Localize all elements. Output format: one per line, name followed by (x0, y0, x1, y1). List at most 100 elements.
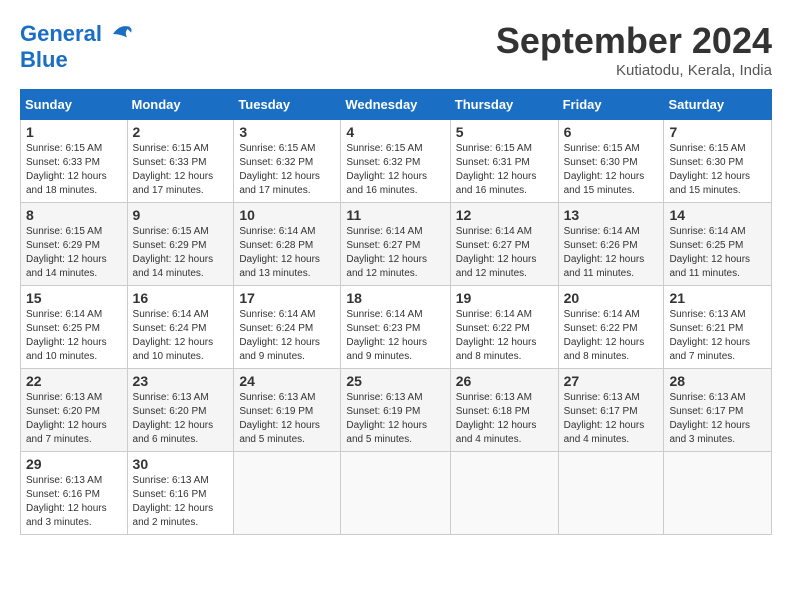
day-number: 5 (456, 124, 553, 140)
calendar-day-cell: 28 Sunrise: 6:13 AMSunset: 6:17 PMDayligh… (664, 369, 772, 452)
calendar-day-cell: 25 Sunrise: 6:13 AMSunset: 6:19 PMDayligh… (341, 369, 450, 452)
title-block: September 2024 Kutiatodu, Kerala, India (496, 20, 772, 79)
weekday-header-sunday: Sunday (21, 90, 128, 120)
calendar-day-cell: 7Sunrise: 6:15 AMSunset: 6:30 PMDaylight… (664, 120, 772, 203)
day-info: Sunrise: 6:14 AMSunset: 6:22 PMDaylight:… (564, 308, 659, 364)
day-info: Sunrise: 6:14 AMSunset: 6:23 PMDaylight:… (346, 308, 444, 364)
day-number: 27 (564, 373, 659, 389)
calendar-day-cell: 1 Sunrise: 6:15 AMSunset: 6:33 PMDaylight… (21, 120, 128, 203)
day-number: 20 (564, 290, 659, 306)
calendar-day-cell: 4 Sunrise: 6:15 AMSunset: 6:32 PMDaylight… (341, 120, 450, 203)
calendar-day-cell: 6 Sunrise: 6:15 AMSunset: 6:30 PMDaylight… (558, 120, 664, 203)
calendar-day-cell: 24 Sunrise: 6:13 AMSunset: 6:19 PMDayligh… (234, 369, 341, 452)
day-number: 30 (133, 456, 229, 472)
day-number: 28 (669, 373, 766, 389)
day-info: Sunrise: 6:15 AMSunset: 6:30 PMDaylight:… (669, 142, 766, 198)
calendar-day-cell: 11 Sunrise: 6:14 AMSunset: 6:27 PMDayligh… (341, 203, 450, 286)
calendar-day-cell: 5 Sunrise: 6:15 AMSunset: 6:31 PMDaylight… (450, 120, 558, 203)
day-info: Sunrise: 6:14 AMSunset: 6:28 PMDaylight:… (239, 225, 335, 281)
calendar-day-cell: 3 Sunrise: 6:15 AMSunset: 6:32 PMDaylight… (234, 120, 341, 203)
day-number: 1 (26, 124, 122, 140)
day-number: 23 (133, 373, 229, 389)
calendar-week-row: 8 Sunrise: 6:15 AMSunset: 6:29 PMDaylight… (21, 203, 772, 286)
day-info: Sunrise: 6:13 AMSunset: 6:21 PMDaylight:… (669, 308, 766, 364)
day-number: 24 (239, 373, 335, 389)
day-info: Sunrise: 6:13 AMSunset: 6:16 PMDaylight:… (133, 474, 229, 530)
weekday-header-monday: Monday (127, 90, 234, 120)
logo-blue: Blue (20, 48, 134, 72)
calendar-day-cell (341, 452, 450, 535)
logo-bird-icon (106, 20, 134, 48)
day-number: 22 (26, 373, 122, 389)
day-info: Sunrise: 6:13 AMSunset: 6:20 PMDaylight:… (133, 391, 229, 447)
day-info: Sunrise: 6:14 AMSunset: 6:25 PMDaylight:… (26, 308, 122, 364)
calendar-day-cell (450, 452, 558, 535)
day-number: 9 (133, 207, 229, 223)
day-info: Sunrise: 6:13 AMSunset: 6:17 PMDaylight:… (564, 391, 659, 447)
day-number: 17 (239, 290, 335, 306)
calendar-week-row: 15 Sunrise: 6:14 AMSunset: 6:25 PMDayligh… (21, 286, 772, 369)
day-info: Sunrise: 6:15 AMSunset: 6:33 PMDaylight:… (26, 142, 122, 198)
day-info: Sunrise: 6:13 AMSunset: 6:19 PMDaylight:… (239, 391, 335, 447)
day-number: 2 (133, 124, 229, 140)
day-info: Sunrise: 6:13 AMSunset: 6:16 PMDaylight:… (26, 474, 122, 530)
day-info: Sunrise: 6:13 AMSunset: 6:17 PMDaylight:… (669, 391, 766, 447)
day-number: 29 (26, 456, 122, 472)
calendar-day-cell: 20 Sunrise: 6:14 AMSunset: 6:22 PMDayligh… (558, 286, 664, 369)
day-number: 8 (26, 207, 122, 223)
day-info: Sunrise: 6:15 AMSunset: 6:33 PMDaylight:… (133, 142, 229, 198)
calendar-day-cell (234, 452, 341, 535)
day-number: 10 (239, 207, 335, 223)
calendar-day-cell: 2 Sunrise: 6:15 AMSunset: 6:33 PMDaylight… (127, 120, 234, 203)
calendar-day-cell: 16 Sunrise: 6:14 AMSunset: 6:24 PMDayligh… (127, 286, 234, 369)
weekday-header-wednesday: Wednesday (341, 90, 450, 120)
day-info: Sunrise: 6:14 AMSunset: 6:22 PMDaylight:… (456, 308, 553, 364)
day-info: Sunrise: 6:15 AMSunset: 6:32 PMDaylight:… (346, 142, 444, 198)
weekday-header-tuesday: Tuesday (234, 90, 341, 120)
day-number: 15 (26, 290, 122, 306)
calendar-day-cell (558, 452, 664, 535)
day-number: 16 (133, 290, 229, 306)
calendar-day-cell: 17 Sunrise: 6:14 AMSunset: 6:24 PMDayligh… (234, 286, 341, 369)
day-number: 11 (346, 207, 444, 223)
location: Kutiatodu, Kerala, India (496, 62, 772, 79)
day-number: 14 (669, 207, 766, 223)
calendar-day-cell: 18 Sunrise: 6:14 AMSunset: 6:23 PMDayligh… (341, 286, 450, 369)
day-number: 25 (346, 373, 444, 389)
calendar-table: SundayMondayTuesdayWednesdayThursdayFrid… (20, 89, 772, 535)
day-info: Sunrise: 6:13 AMSunset: 6:18 PMDaylight:… (456, 391, 553, 447)
weekday-header-thursday: Thursday (450, 90, 558, 120)
day-number: 3 (239, 124, 335, 140)
calendar-day-cell: 26 Sunrise: 6:13 AMSunset: 6:18 PMDayligh… (450, 369, 558, 452)
day-number: 4 (346, 124, 444, 140)
calendar-day-cell: 9 Sunrise: 6:15 AMSunset: 6:29 PMDaylight… (127, 203, 234, 286)
day-info: Sunrise: 6:15 AMSunset: 6:29 PMDaylight:… (133, 225, 229, 281)
calendar-day-cell: 13 Sunrise: 6:14 AMSunset: 6:26 PMDayligh… (558, 203, 664, 286)
calendar-day-cell: 22Sunrise: 6:13 AMSunset: 6:20 PMDayligh… (21, 369, 128, 452)
day-info: Sunrise: 6:14 AMSunset: 6:24 PMDaylight:… (239, 308, 335, 364)
month-title: September 2024 (496, 20, 772, 62)
calendar-day-cell: 21Sunrise: 6:13 AMSunset: 6:21 PMDayligh… (664, 286, 772, 369)
page-header: General Blue September 2024 Kutiatodu, K… (20, 20, 772, 79)
day-info: Sunrise: 6:15 AMSunset: 6:29 PMDaylight:… (26, 225, 122, 281)
day-info: Sunrise: 6:14 AMSunset: 6:24 PMDaylight:… (133, 308, 229, 364)
day-number: 26 (456, 373, 553, 389)
calendar-week-row: 22 Sunrise: 6:13 AMSunset: 6:20 PMDayligh… (21, 369, 772, 452)
day-number: 6 (564, 124, 659, 140)
day-number: 18 (346, 290, 444, 306)
day-info: Sunrise: 6:14 AMSunset: 6:27 PMDaylight:… (346, 225, 444, 281)
calendar-week-row: 1 Sunrise: 6:15 AMSunset: 6:33 PMDaylight… (21, 120, 772, 203)
calendar-day-cell: 23 Sunrise: 6:13 AMSunset: 6:20 PMDayligh… (127, 369, 234, 452)
day-info: Sunrise: 6:13 AMSunset: 6:19 PMDaylight:… (346, 391, 444, 447)
day-info: Sunrise: 6:15 AMSunset: 6:31 PMDaylight:… (456, 142, 553, 198)
day-info: Sunrise: 6:14 AMSunset: 6:27 PMDaylight:… (456, 225, 553, 281)
day-number: 13 (564, 207, 659, 223)
day-info: Sunrise: 6:14 AMSunset: 6:26 PMDaylight:… (564, 225, 659, 281)
calendar-day-cell: 19 Sunrise: 6:14 AMSunset: 6:22 PMDayligh… (450, 286, 558, 369)
day-info: Sunrise: 6:15 AMSunset: 6:32 PMDaylight:… (239, 142, 335, 198)
calendar-day-cell: 29 Sunrise: 6:13 AMSunset: 6:16 PMDayligh… (21, 452, 128, 535)
day-info: Sunrise: 6:15 AMSunset: 6:30 PMDaylight:… (564, 142, 659, 198)
calendar-day-cell (664, 452, 772, 535)
calendar-week-row: 29 Sunrise: 6:13 AMSunset: 6:16 PMDayligh… (21, 452, 772, 535)
day-number: 19 (456, 290, 553, 306)
